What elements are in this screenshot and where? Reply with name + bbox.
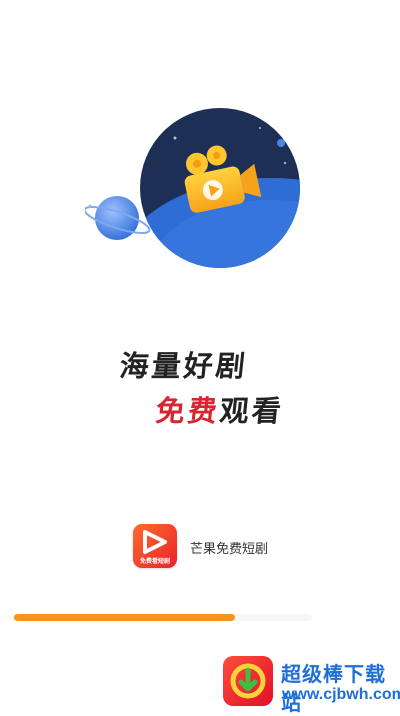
play-icon bbox=[143, 530, 167, 554]
app-logo-text: 免费看短剧 bbox=[139, 558, 170, 565]
hero-illustration bbox=[85, 108, 300, 268]
slogan-line-1: 海量好剧 bbox=[118, 349, 250, 383]
slogan-line-2: 免费观看 bbox=[154, 388, 286, 430]
star-dot-icon bbox=[88, 204, 92, 208]
watermark-url: www.cjbwh.com bbox=[282, 686, 400, 703]
loading-progress-bar bbox=[14, 614, 312, 621]
slogan-highlight: 免费 bbox=[154, 394, 222, 428]
download-site-logo-icon bbox=[223, 656, 273, 706]
app-name: 芒果免费短剧 bbox=[190, 542, 269, 557]
loading-progress-fill bbox=[14, 614, 235, 621]
slogan-rest: 观看 bbox=[218, 394, 286, 428]
app-logo-icon: 免费看短剧 bbox=[133, 524, 177, 568]
star-dot-icon bbox=[277, 139, 285, 147]
